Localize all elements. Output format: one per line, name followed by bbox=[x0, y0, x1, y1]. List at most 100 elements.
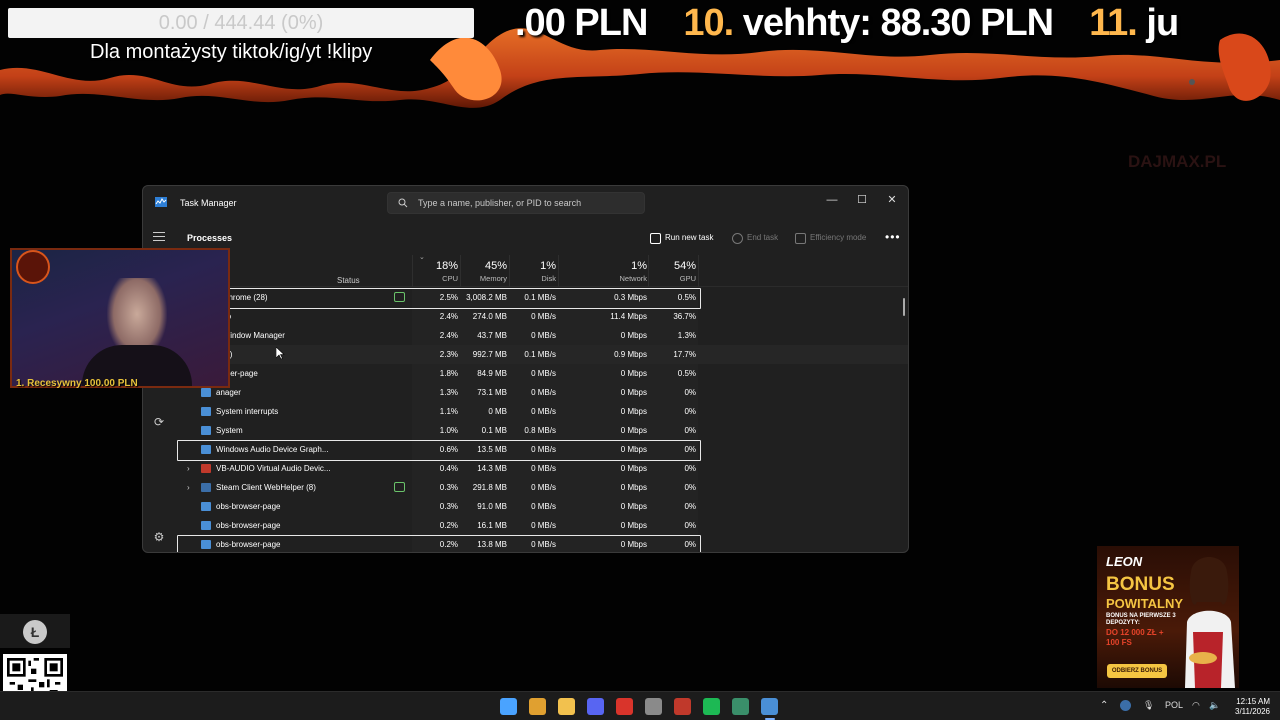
language-indicator[interactable]: POL bbox=[1165, 700, 1183, 710]
process-row[interactable]: owser-page 1.8% 84.9 MB 0 MB/s 0 Mbps 0.5% bbox=[176, 364, 908, 383]
efficiency-mode-button[interactable]: Efficiency mode bbox=[795, 230, 866, 246]
expand-chevron-icon[interactable]: › bbox=[187, 464, 190, 473]
discord-icon[interactable] bbox=[587, 698, 604, 715]
system-clock[interactable]: 12:15 AM 3/11/2026 bbox=[1226, 697, 1270, 717]
webcam-overlay: 1. Recesywny 100.00 PLN bbox=[2, 238, 238, 400]
process-network: 0 Mbps bbox=[620, 445, 647, 454]
ticker-text: .00 PLN bbox=[515, 2, 648, 44]
process-gpu: 36.7% bbox=[673, 312, 696, 321]
column-divider bbox=[698, 255, 699, 287]
process-cpu: 1.3% bbox=[439, 388, 458, 397]
process-row[interactable]: anager 1.3% 73.1 MB 0 MB/s 0 Mbps 0% bbox=[176, 383, 908, 402]
ticker-item: 11. ju bbox=[1089, 2, 1179, 44]
wifi-icon[interactable]: ◠ bbox=[1192, 700, 1200, 711]
process-network: 0 Mbps bbox=[620, 540, 647, 549]
show-hidden-icons-chevron-icon[interactable]: ⌃ bbox=[1100, 700, 1108, 711]
ad-headline: BONUS bbox=[1106, 574, 1175, 595]
process-network: 0 Mbps bbox=[620, 483, 647, 492]
process-gpu: 0% bbox=[684, 540, 696, 549]
process-row[interactable]: p Window Manager 2.4% 43.7 MB 0 MB/s 0 Mbps 1… bbox=[176, 326, 908, 345]
process-name: d (6) bbox=[216, 350, 366, 359]
microphone-icon[interactable]: 🎙 bbox=[1143, 700, 1154, 711]
app-leaf-icon[interactable] bbox=[732, 698, 749, 715]
ad-claim-button[interactable]: ODBIERZ BONUS bbox=[1107, 664, 1167, 678]
process-gpu: 0% bbox=[684, 407, 696, 416]
settings-icon[interactable] bbox=[645, 698, 662, 715]
column-status[interactable]: Status bbox=[337, 276, 360, 285]
process-row[interactable]: System 1.0% 0.1 MB 0.8 MB/s 0 Mbps 0% bbox=[176, 421, 908, 440]
start-icon[interactable] bbox=[500, 698, 517, 715]
process-icon bbox=[201, 426, 211, 435]
process-row[interactable]: Windows Audio Device Graph... 0.6% 13.5 MB… bbox=[176, 440, 908, 461]
chrome-icon[interactable] bbox=[529, 698, 546, 715]
process-row[interactable]: d (6) 2.3% 992.7 MB 0.1 MB/s 0.9 Mbps 17.7% bbox=[176, 345, 908, 364]
gpu-total: 54% bbox=[673, 260, 696, 272]
process-row[interactable]: obs-browser-page 0.2% 16.1 MB 0 MB/s 0 Mbps 0… bbox=[176, 516, 908, 535]
run-new-task-button[interactable]: Run new task bbox=[650, 230, 713, 246]
volume-icon[interactable]: 🔈 bbox=[1209, 700, 1220, 711]
expand-chevron-icon[interactable]: › bbox=[187, 483, 190, 492]
process-disk: 0 MB/s bbox=[531, 388, 556, 397]
process-gpu: 0% bbox=[684, 445, 696, 454]
process-row[interactable]: e Chrome (28) 2.5% 3,008.2 MB 0.1 MB/s 0.3 M… bbox=[176, 288, 908, 309]
process-network: 11.4 Mbps bbox=[610, 312, 647, 321]
ad-model-illustration bbox=[1185, 557, 1235, 688]
column-divider bbox=[558, 255, 559, 287]
casino-bonus-ad[interactable]: LEON BONUS POWITALNY BONUS NA PIERWSZE 3… bbox=[1097, 546, 1239, 688]
process-cpu: 0.6% bbox=[439, 445, 458, 454]
mouse-cursor-icon bbox=[276, 347, 285, 360]
services-icon[interactable]: ⟳ bbox=[152, 415, 166, 429]
process-memory: 3,008.2 MB bbox=[466, 293, 507, 302]
search-input[interactable] bbox=[418, 193, 638, 213]
process-name: System bbox=[216, 426, 243, 435]
process-gpu: 1.3% bbox=[677, 331, 696, 340]
donation-progress-text: 0.00 / 444.44 (0%) bbox=[158, 12, 324, 34]
process-disk: 0 MB/s bbox=[531, 369, 556, 378]
process-memory: 14.3 MB bbox=[477, 464, 507, 473]
file-explorer-icon[interactable] bbox=[558, 698, 575, 715]
process-row[interactable]: System interrupts 1.1% 0 MB 0 MB/s 0 Mbps 0% bbox=[176, 402, 908, 421]
cpu-total: 18% bbox=[435, 260, 458, 272]
process-gpu: 0% bbox=[684, 426, 696, 435]
music-app-icon[interactable] bbox=[616, 698, 633, 715]
column-cpu[interactable]: 18% CPU bbox=[416, 260, 458, 283]
run-task-icon bbox=[650, 232, 661, 244]
end-task-button[interactable]: End task bbox=[732, 230, 778, 246]
process-memory: 13.8 MB bbox=[477, 540, 507, 549]
process-memory: 0 MB bbox=[488, 407, 507, 416]
clock-date: 3/11/2026 bbox=[1235, 707, 1270, 716]
process-icon bbox=[201, 502, 211, 511]
steam-tray-icon[interactable] bbox=[1120, 700, 1131, 711]
spotify-like-red-icon[interactable] bbox=[674, 698, 691, 715]
search-box[interactable] bbox=[387, 192, 645, 214]
column-network[interactable]: 1% Network bbox=[576, 260, 647, 283]
process-row[interactable]: udio 2.4% 274.0 MB 0 MB/s 11.4 Mbps 36.7% bbox=[176, 307, 908, 326]
task-manager-icon[interactable] bbox=[761, 698, 778, 715]
minimize-button[interactable]: — bbox=[817, 190, 847, 210]
process-disk: 0.8 MB/s bbox=[524, 426, 556, 435]
maximize-button[interactable]: ☐ bbox=[847, 190, 877, 210]
column-disk[interactable]: 1% Disk bbox=[511, 260, 556, 283]
process-memory: 43.7 MB bbox=[477, 331, 507, 340]
more-options-button[interactable]: ••• bbox=[885, 230, 901, 244]
spotify-icon[interactable] bbox=[703, 698, 720, 715]
process-row[interactable]: › Steam Client WebHelper (8) 0.3% 291.8 MB 0… bbox=[176, 478, 908, 497]
close-button[interactable]: ✕ bbox=[877, 190, 907, 210]
process-gpu: 0% bbox=[684, 521, 696, 530]
settings-gear-icon[interactable]: ⚙ bbox=[152, 530, 166, 544]
title-bar[interactable]: Task Manager — ☐ ✕ bbox=[143, 186, 908, 220]
process-row[interactable]: obs-browser-page 0.3% 91.0 MB 0 MB/s 0 Mbps 0… bbox=[176, 497, 908, 516]
process-name: obs-browser-page bbox=[216, 521, 281, 530]
ad-subheadline: POWITALNY bbox=[1106, 596, 1184, 611]
column-memory[interactable]: 45% Memory bbox=[461, 260, 507, 283]
process-network: 0.3 Mbps bbox=[614, 293, 647, 302]
process-cpu: 2.4% bbox=[439, 331, 458, 340]
process-row[interactable]: › VB-AUDIO Virtual Audio Devic... 0.4% 14.3… bbox=[176, 459, 908, 478]
column-gpu[interactable]: 54% GPU bbox=[649, 260, 696, 283]
scrollbar-thumb[interactable] bbox=[903, 298, 905, 316]
column-header-row: Status ⌄ 18% CPU 45% Memory 1% Disk 1% N… bbox=[176, 254, 908, 287]
process-row[interactable]: obs-browser-page 0.2% 13.8 MB 0 MB/s 0 Mbps 0… bbox=[176, 535, 908, 552]
process-gpu: 0.5% bbox=[677, 369, 696, 378]
memory-label: Memory bbox=[479, 274, 507, 283]
process-cpu: 1.1% bbox=[439, 407, 458, 416]
